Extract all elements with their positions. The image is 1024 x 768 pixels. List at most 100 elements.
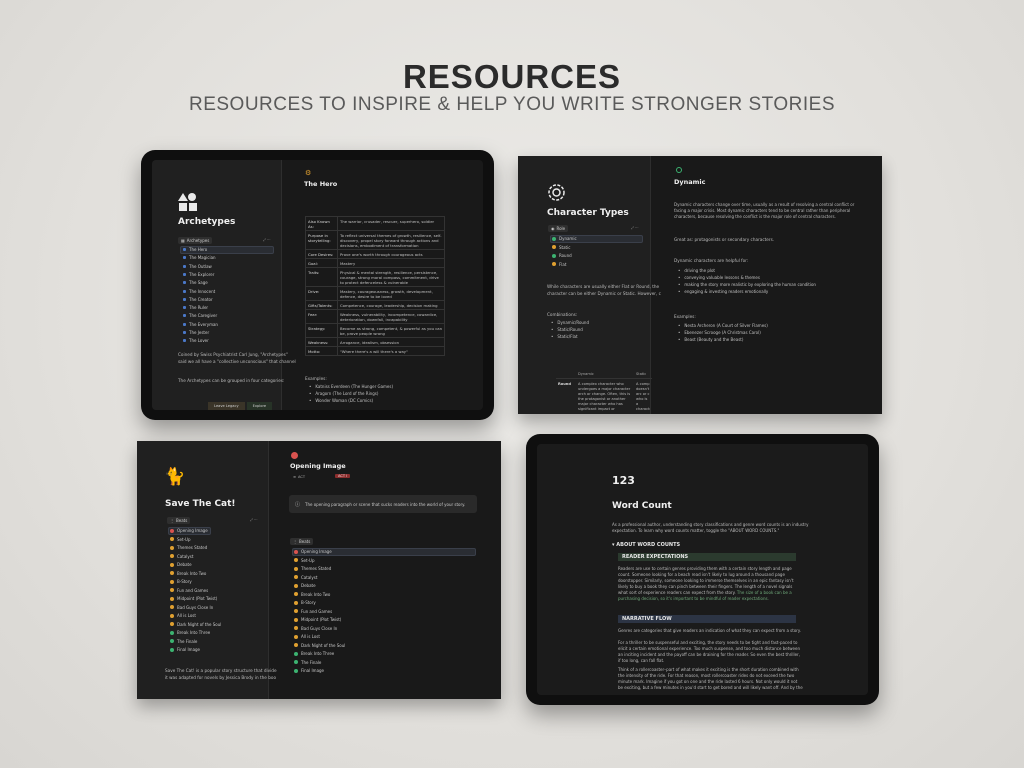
target-icon [548,184,565,201]
table-head-dynamic: Dynamic [578,372,594,376]
list-item[interactable]: Break Into Two [170,571,206,576]
red-circle-icon [291,452,298,459]
hero-table-key: Also Known As: [305,216,338,231]
list-item[interactable]: Dark Night of the Soul [170,622,221,627]
list-item[interactable]: Break Into Three [170,630,210,635]
list-item[interactable]: Themes Stated [294,566,331,571]
list-item[interactable]: Fun and Games [170,588,208,593]
item-label: The Hero [189,247,208,252]
item-dot-icon [170,630,174,635]
list-item[interactable]: The Ruler [183,305,208,310]
word-count-tablet: 123 Word Count As a professional author,… [526,434,879,705]
narrative-flow-p2: For a thriller to be suspenseful and exc… [618,640,800,663]
word-count-screen: 123 Word Count As a professional author,… [537,444,868,695]
list-item[interactable]: The Magician [183,255,216,260]
list-item[interactable]: The Lover [183,338,209,343]
list-item[interactable]: The Outlaw [183,264,212,269]
list-item[interactable]: Midpoint (Plot Twist) [294,617,341,622]
list-item[interactable]: Flat [552,262,566,267]
item-dot-icon [294,609,298,613]
list-item[interactable]: Set-Up [294,558,314,563]
expand-icon[interactable]: ⤢ ⋯ [263,238,271,242]
list-item[interactable]: The Finale [170,639,197,644]
list-item[interactable]: B-Story [170,579,192,584]
item-dot-icon [170,545,174,550]
item-label: Static [559,244,571,250]
list-item[interactable]: Final Image [294,668,324,673]
list-item[interactable]: The Sage [183,280,208,285]
list-item[interactable]: Dark Night of the Soul [294,643,345,648]
list-item[interactable]: Opening Image [170,528,208,533]
dynamic-title: Dynamic [674,178,706,186]
list-item[interactable]: Final Image [170,647,200,652]
archetypes-title: Archetypes [178,217,236,227]
list-item[interactable]: The Jester [183,330,209,335]
char-intro-2: character can be either Dynamic or Stati… [547,291,661,296]
hero-table-row: Drive: Mastery, courageousness, growth, d… [305,286,445,301]
list-item[interactable]: Catalyst [294,575,317,580]
hero-icon: ⚙ [305,169,312,177]
bullet-item: Wonder Woman (DC Comics) [309,397,393,404]
detail-beats-tag[interactable]: ⋮ Beats [290,538,314,545]
expand-icon[interactable]: ⤢ ⋯ [631,226,639,230]
footer-tab-legacy[interactable]: Leave Legacy [208,402,245,410]
archetypes-filter-tag[interactable]: ▦ Archetypes [178,237,213,244]
archetypes-intro-3: The Archetypes can be grouped in four ca… [178,378,285,383]
item-dot-icon [170,528,174,533]
beats-filter-tag[interactable]: ⋮ Beats [167,517,191,524]
bullet-item: Katniss Everdeen (The Hunger Games) [309,383,393,390]
item-dot-icon [294,575,298,579]
list-item[interactable]: Break Into Two [294,592,330,597]
hero-table-row: Strategy: Become as strong, competent, & … [305,323,445,338]
role-filter-label: Role [556,226,566,231]
item-label: Break Into Two [301,591,331,597]
item-dot-icon [552,236,556,241]
item-dot-icon [183,289,186,293]
expand-icon[interactable]: ⤢ ⋯ [250,518,258,522]
list-item[interactable]: The Finale [294,660,321,665]
list-item[interactable]: The Everyman [183,322,218,327]
list-item[interactable]: Fun and Games [294,609,332,614]
list-item[interactable]: The Explorer [183,272,214,277]
dynamic-icon [676,167,682,173]
list-item[interactable]: B-Story [294,600,316,605]
list-item[interactable]: The Hero [183,247,207,252]
list-item[interactable]: Debate [170,562,192,567]
save-the-cat-screen: 🐈 Save The Cat! ⋮ Beats ⤢ ⋯ Opening Image… [137,441,501,699]
combinations-label: Combinations: [547,312,578,317]
role-filter-tag[interactable]: ◉ Role [548,225,569,232]
narrative-flow-p1: Genres are categories that give readers … [618,628,801,633]
list-item[interactable]: Round [552,253,572,258]
list-item[interactable]: Bad Guys Close In [170,605,213,610]
hero-examples-label: Examples: [305,376,327,381]
hero-table-key: Weakness: [305,337,338,347]
list-item[interactable]: Break Into Three [294,651,334,656]
hero-table-value: Prove one's worth through courageous act… [337,249,445,259]
list-item[interactable]: The Innocent [183,289,215,294]
item-label: B-Story [177,579,192,584]
bullet-item: driving the plot [678,267,816,274]
about-toggle[interactable]: ▾ ABOUT WORD COUNTS [612,542,680,548]
hero-table-value: Physical & mental strength, resilience, … [337,267,445,287]
list-item[interactable]: Debate [294,583,316,588]
footer-tab-explore[interactable]: Explore [246,402,273,410]
list-item[interactable]: Bad Guys Close In [294,626,337,631]
list-item[interactable]: Set-Up [170,537,190,542]
list-item[interactable]: Catalyst [170,554,193,559]
item-dot-icon [183,256,186,260]
item-label: The Everyman [189,321,218,327]
hero-table-key: Drive: [305,286,338,301]
list-item[interactable]: All is Lost [170,613,196,618]
list-item[interactable]: Themes Stated [170,545,207,550]
list-item[interactable]: The Caregiver [183,313,217,318]
list-item[interactable]: The Creator [183,297,213,302]
list-item[interactable]: Dynamic [552,236,577,241]
list-item[interactable]: Midpoint (Plot Twist) [170,596,217,601]
list-item[interactable]: All is Lost [294,634,320,639]
list-item[interactable]: Opening Image [294,549,332,554]
item-label: Opening Image [301,549,332,554]
list-item[interactable]: Static [552,245,570,250]
opening-image-callout: ⓘ The opening paragraph or scene that su… [289,495,477,513]
archetypes-screen: Archetypes ▦ Archetypes ⤢ ⋯ The Hero The M… [152,160,483,410]
item-dot-icon [183,264,186,268]
